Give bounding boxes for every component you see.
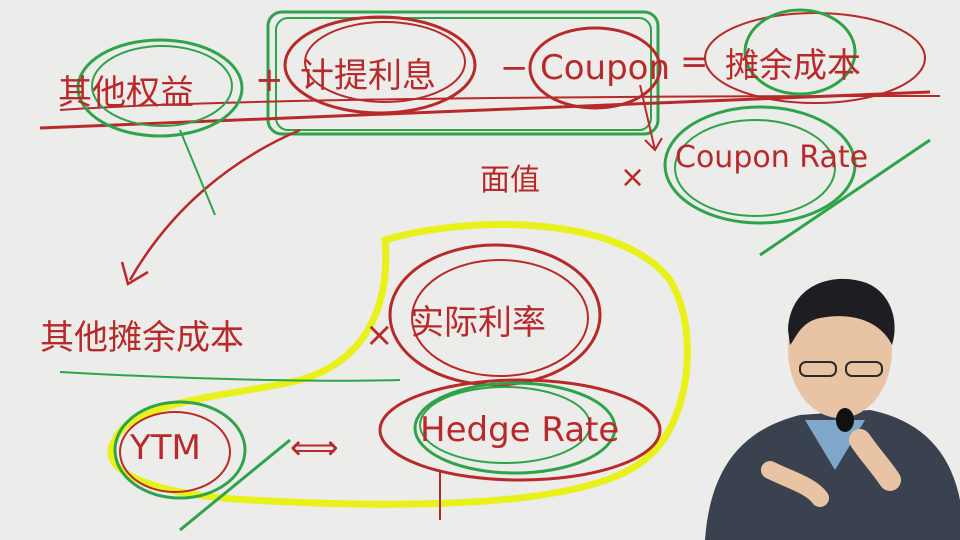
- equivalence-arrow: ⟺: [290, 428, 339, 468]
- whiteboard: 其他权益 + 计提利息 − Coupon = 摊余成本 面值 × Coupon …: [0, 0, 960, 540]
- term-hedge-rate: Hedge Rate: [420, 410, 620, 450]
- term-other-equity: 其他权益: [58, 73, 194, 113]
- term-coupon: Coupon: [540, 48, 671, 88]
- equals-sign: =: [680, 42, 709, 82]
- term-other-amortized-cost: 其他摊余成本: [40, 318, 244, 358]
- arrow-down-left: [128, 128, 301, 281]
- term-coupon-rate: Coupon Rate: [675, 140, 869, 175]
- times-sign-row2: ×: [620, 160, 646, 195]
- term-accrued-interest: 计提利息: [300, 56, 436, 96]
- term-effective-rate: 实际利率: [410, 303, 546, 343]
- presenter-figure: [705, 278, 960, 540]
- minus-sign: −: [500, 48, 529, 88]
- plus-sign: +: [255, 60, 284, 100]
- term-ytm: YTM: [130, 428, 201, 468]
- term-face-value: 面值: [480, 163, 540, 198]
- term-amortized-cost: 摊余成本: [725, 46, 861, 86]
- times-sign-row3: ×: [365, 315, 394, 355]
